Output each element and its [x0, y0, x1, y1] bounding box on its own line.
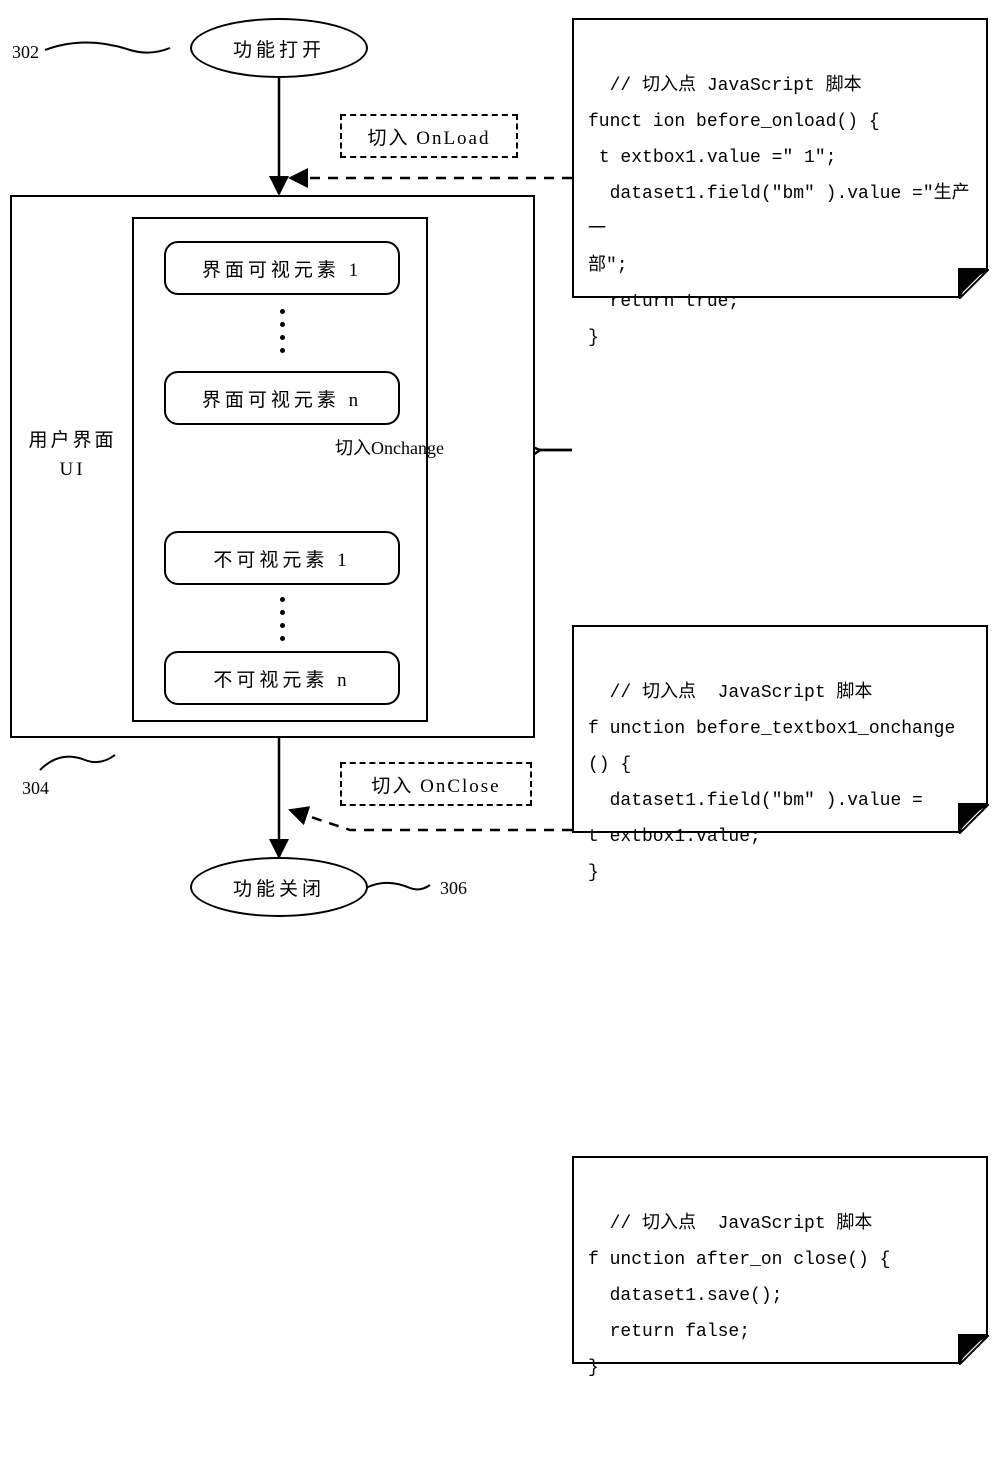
onchange-label: 切入Onchange [335, 434, 444, 460]
script-onclose-note: // 切入点 JavaScript 脚本 f unction after_on … [572, 1156, 988, 1364]
ui-label: 用户界面 UI [20, 427, 125, 484]
ui-container: 用户界面 UI 界面可视元素 1 界面可视元素 n 不可视元素 1 不可视元素 … [10, 195, 535, 738]
visible-element-1-label: 界面可视元素 1 [202, 255, 362, 282]
vdots-1 [279, 309, 285, 353]
invisible-element-1: 不可视元素 1 [164, 531, 400, 585]
script-onload-code: // 切入点 JavaScript 脚本 funct ion before_on… [588, 76, 970, 348]
ref-306-label: 306 [440, 878, 467, 899]
vdots-2 [279, 597, 285, 641]
end-node-label: 功能关闭 [233, 874, 325, 901]
visible-element-n: 界面可视元素 n [164, 371, 400, 425]
ref-302-label: 302 [12, 42, 39, 63]
script-onload-note: // 切入点 JavaScript 脚本 funct ion before_on… [572, 18, 988, 298]
page-fold-icon [959, 269, 989, 299]
invisible-element-1-label: 不可视元素 1 [213, 545, 350, 572]
page-fold-icon [959, 1335, 989, 1365]
script-onclose-code: // 切入点 JavaScript 脚本 f unction after_on … [588, 1214, 890, 1378]
ui-label-text: 用户界面 UI [28, 430, 116, 480]
visible-element-n-label: 界面可视元素 n [202, 385, 362, 412]
page-fold-icon [959, 804, 989, 834]
hook-onload-label: 切入 OnLoad [367, 123, 490, 150]
ref-304-label: 304 [22, 778, 49, 799]
script-onchange-note: // 切入点 JavaScript 脚本 f unction before_te… [572, 625, 988, 833]
script-onchange-code: // 切入点 JavaScript 脚本 f unction before_te… [588, 683, 955, 883]
hook-onload-box: 切入 OnLoad [340, 114, 518, 158]
visible-element-1: 界面可视元素 1 [164, 241, 400, 295]
ui-inner-panel: 界面可视元素 1 界面可视元素 n 不可视元素 1 不可视元素 n [132, 217, 428, 722]
invisible-element-n: 不可视元素 n [164, 651, 400, 705]
start-node-label: 功能打开 [233, 35, 325, 62]
hook-onclose-label: 切入 OnClose [371, 771, 500, 798]
end-node: 功能关闭 [190, 857, 368, 917]
hook-onclose-box: 切入 OnClose [340, 762, 532, 806]
start-node: 功能打开 [190, 18, 368, 78]
invisible-element-n-label: 不可视元素 n [213, 665, 350, 692]
